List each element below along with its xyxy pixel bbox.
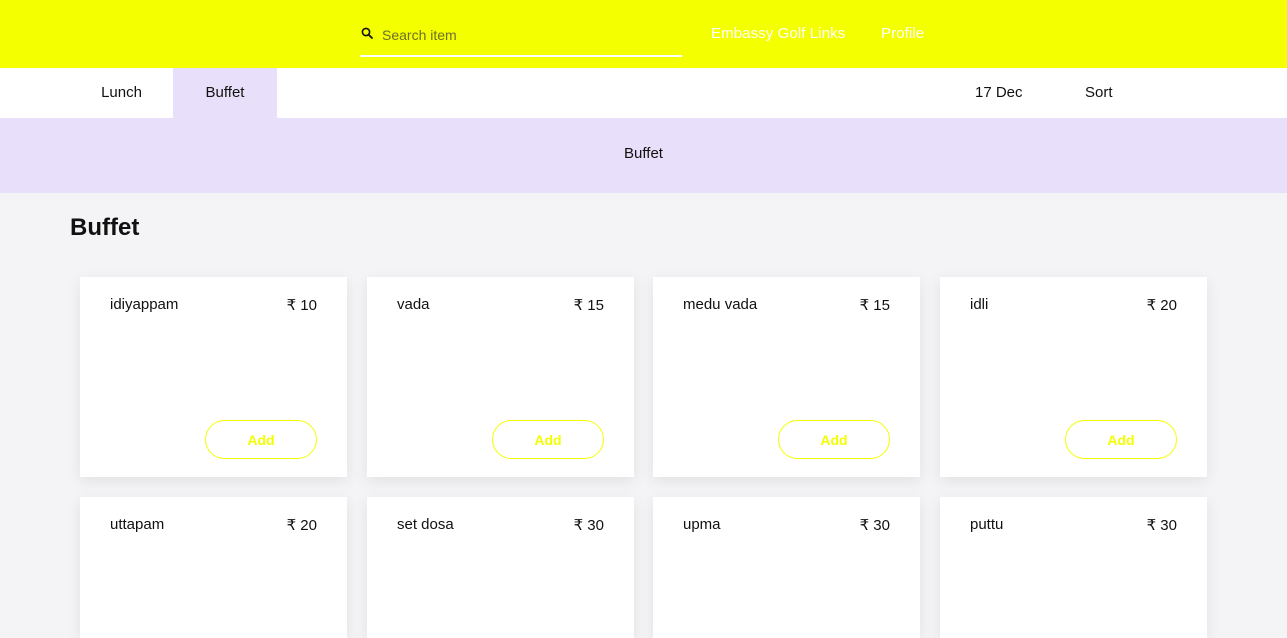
add-button[interactable]: Add [492,420,604,459]
item-card: idiyappam ₹ 10 Add [80,277,347,477]
item-price: ₹ 20 [1146,297,1177,314]
search-input[interactable] [382,24,672,46]
tab-buffet[interactable]: Buffet [173,68,277,118]
item-price: ₹ 10 [286,297,317,314]
item-price: ₹ 20 [286,517,317,534]
sort-button[interactable]: Sort [1085,68,1113,118]
item-card: vada ₹ 15 Add [367,277,634,477]
top-header: Embassy Golf Links Profile [0,0,1287,68]
add-button[interactable]: Add [205,420,317,459]
category-banner: Buffet [0,118,1287,193]
item-name: set dosa [397,516,454,533]
item-card: puttu ₹ 30 [940,497,1207,638]
item-card: uttapam ₹ 20 [80,497,347,638]
item-card: set dosa ₹ 30 [367,497,634,638]
item-name: upma [683,516,721,533]
item-name: puttu [970,516,1004,533]
profile-link[interactable]: Profile [881,25,924,42]
item-name: medu vada [683,296,758,313]
date-selector[interactable]: 17 Dec [975,68,1023,118]
item-name: idiyappam [110,296,179,313]
item-price: ₹ 30 [573,517,604,534]
item-name: vada [397,296,430,313]
item-price: ₹ 30 [1146,517,1177,534]
item-price: ₹ 15 [573,297,604,314]
add-button[interactable]: Add [778,420,890,459]
item-price: ₹ 30 [859,517,890,534]
item-card: upma ₹ 30 [653,497,920,638]
section-title: Buffet [70,214,140,241]
add-button[interactable]: Add [1065,420,1177,459]
category-bar: Lunch Buffet 17 Dec Sort [0,68,1287,118]
item-card: idli ₹ 20 Add [940,277,1207,477]
item-name: uttapam [110,516,165,533]
item-price: ₹ 15 [859,297,890,314]
search-icon [361,27,373,39]
location-link[interactable]: Embassy Golf Links [711,25,845,42]
item-card: medu vada ₹ 15 Add [653,277,920,477]
search-bar[interactable] [360,18,682,57]
item-name: idli [970,296,989,313]
tab-lunch[interactable]: Lunch [70,68,173,118]
